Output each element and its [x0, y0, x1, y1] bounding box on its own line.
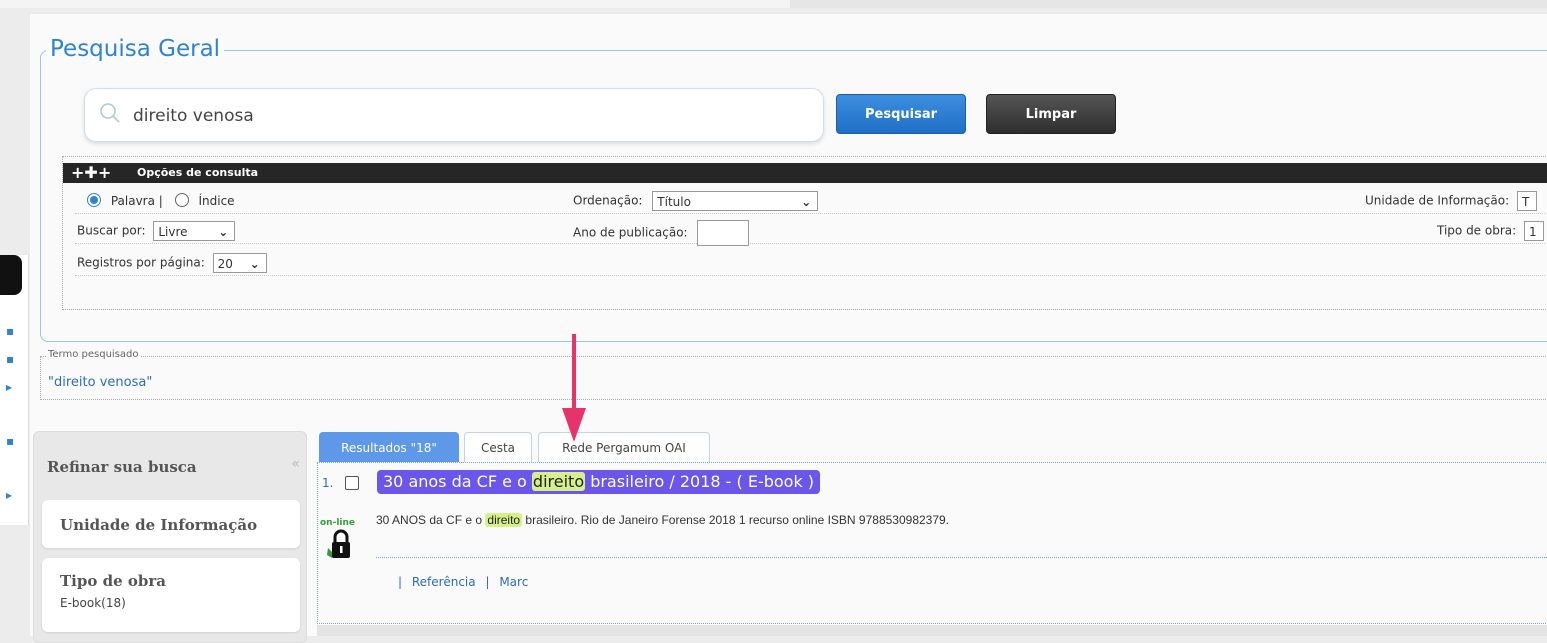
result-checkbox[interactable] [345, 476, 359, 490]
query-options-bar[interactable]: +✚+ Opções de consulta [63, 163, 1547, 183]
searched-term: "direito venosa" [48, 375, 153, 390]
chevron-down-icon: ⌄ [218, 225, 229, 239]
ano-label: Ano de publicação: [573, 225, 688, 240]
tab-cesta[interactable]: Cesta [464, 432, 532, 463]
clear-button[interactable]: Limpar [986, 94, 1116, 134]
top-strip [0, 0, 1547, 8]
online-lock-icon[interactable]: on-line [320, 518, 360, 568]
left-edge-pill[interactable] [0, 255, 22, 295]
refine-card-item[interactable]: E-book(18) [60, 596, 126, 610]
registros-select[interactable]: 20 ⌄ [212, 253, 267, 273]
result-title-highlight: direito [531, 472, 586, 491]
result-title-post: brasileiro / 2018 - ( E-book ) [585, 472, 815, 491]
ordenacao-value: Título [657, 195, 691, 209]
result-desc-highlight: direito [485, 513, 523, 527]
collapse-icon[interactable]: « [291, 456, 300, 472]
search-button[interactable]: Pesquisar [836, 94, 966, 134]
refine-card-title: Unidade de Informação [60, 516, 258, 534]
buscar-label: Buscar por: [77, 223, 146, 238]
result-description: 30 ANOS da CF e o direito brasileiro. Ri… [376, 513, 949, 527]
radio-palavra-label: Palavra | [110, 194, 163, 208]
unidade-select[interactable]: T [1516, 191, 1537, 211]
tab-resultados[interactable]: Resultados "18" [319, 432, 459, 463]
search-box[interactable] [84, 88, 824, 142]
refine-title: Refinar sua busca [47, 458, 197, 476]
result-desc-pre: 30 ANOS da CF e o [376, 513, 486, 527]
edge-icon-4[interactable]: ▪ [6, 435, 14, 447]
result-number: 1. [322, 476, 334, 490]
edge-icon-1[interactable]: ▪ [6, 325, 14, 337]
chevron-down-icon: ⌄ [249, 257, 260, 271]
main-panel: Pesquisa Geral Pesquisar Limpar +✚+ Opçõ… [30, 14, 1547, 643]
refine-sidebar: Refinar sua busca « Unidade de Informaçã… [33, 431, 307, 643]
page-title: Pesquisa Geral [46, 36, 225, 62]
unidade-value: T [1521, 195, 1530, 209]
radio-indice[interactable] [174, 193, 189, 207]
radio-palavra[interactable] [87, 193, 101, 207]
edge-icon-5[interactable]: ▸ [6, 489, 14, 501]
searched-term-fieldset [40, 356, 1547, 400]
registros-value: 20 [217, 257, 233, 271]
buscar-value: Livre [158, 225, 188, 239]
options-row-1: Palavra | Índice Ordenação: Título ⌄ Uni… [75, 187, 1545, 214]
link-referencia[interactable]: Referência [412, 575, 476, 589]
annotation-arrow-icon [562, 334, 586, 442]
options-row-2: Buscar por: Livre ⌄ Ano de publicação: T… [75, 217, 1545, 246]
online-label: on-line [320, 518, 356, 528]
search-icon [100, 103, 120, 123]
edge-icon-3[interactable]: ▸ [6, 381, 14, 393]
options-row-3: Registros por página: 20 ⌄ [75, 249, 1545, 276]
link-separator: | [398, 575, 403, 589]
result-links: | Referência | Marc [398, 575, 534, 589]
edge-icon-2[interactable]: ▪ [6, 353, 14, 365]
lock-icon [327, 529, 350, 558]
unidade-label: Unidade de Informação: [1365, 193, 1510, 208]
chevron-down-icon: ⌄ [801, 195, 812, 209]
result-separator [376, 557, 1547, 558]
refine-card-unidade[interactable]: Unidade de Informação [42, 500, 300, 548]
result-desc-post: brasileiro. Rio de Janeiro Forense 2018 … [522, 513, 950, 527]
result-tabs: Resultados "18" Cesta Rede Pergamum OAI [319, 430, 1547, 464]
next-result-row [317, 625, 1547, 636]
ordenacao-select[interactable]: Título ⌄ [652, 191, 819, 211]
left-edge-toolbar: ▪ ▪ ▸ ▪ ▸ [0, 255, 29, 525]
refine-card-tipo[interactable]: Tipo de obra E-book(18) [42, 558, 300, 632]
query-options-panel: +✚+ Opções de consulta Palavra | Índice … [62, 156, 1547, 310]
registros-label: Registros por página: [77, 255, 205, 270]
radio-indice-label: Índice [198, 194, 235, 208]
tipo-label: Tipo de obra: [1437, 223, 1517, 238]
searched-term-legend: Termo pesquisado [46, 349, 141, 360]
top-strip-segment [790, 0, 1547, 8]
refine-card-title: Tipo de obra [60, 572, 166, 590]
result-title[interactable]: 30 anos da CF e o direito brasileiro / 2… [377, 470, 821, 494]
ano-input[interactable] [697, 220, 750, 246]
tipo-value: 1 [1529, 225, 1537, 239]
buscar-select[interactable]: Livre ⌄ [153, 221, 236, 241]
plus-icon: +✚+ [71, 163, 112, 182]
query-options-label: Opções de consulta [137, 166, 259, 179]
link-separator: | [485, 575, 490, 589]
link-marc[interactable]: Marc [499, 575, 528, 589]
ordenacao-label: Ordenação: [573, 193, 643, 208]
result-title-pre: 30 anos da CF e o [383, 472, 532, 491]
tipo-select[interactable]: 1 [1524, 221, 1544, 241]
search-input[interactable] [131, 103, 795, 129]
